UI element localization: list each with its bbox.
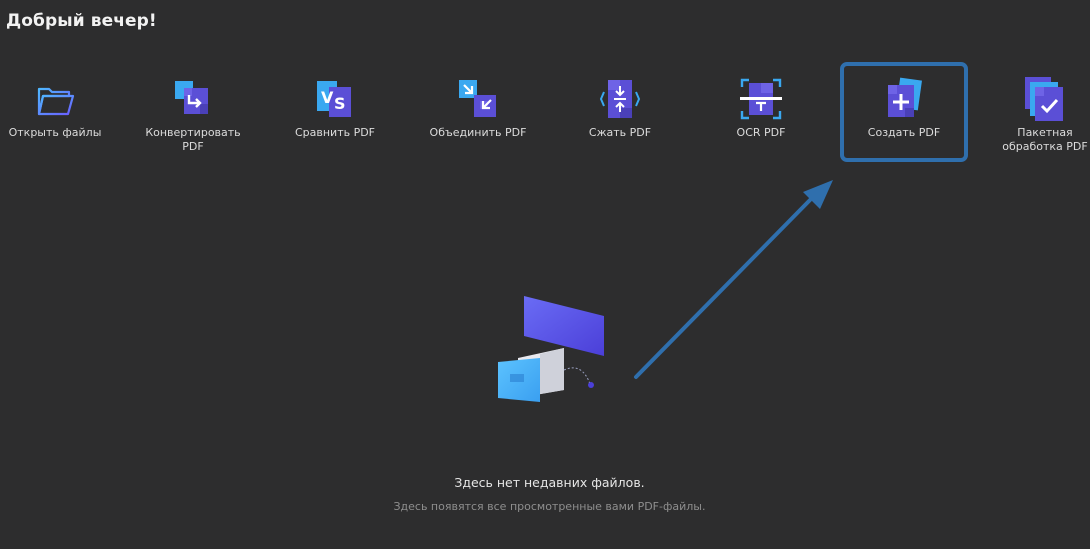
folder-open-icon [37, 87, 75, 116]
ocr-pdf-icon [740, 78, 782, 120]
compress-pdf-icon [599, 80, 641, 118]
tool-batch-process[interactable]: Пакетная обработка PDF [990, 70, 1090, 154]
compare-pdf-icon: V S [317, 81, 351, 117]
convert-pdf-icon [175, 81, 208, 114]
tool-create-pdf-label: Создать PDF [867, 126, 941, 139]
svg-text:V: V [321, 88, 334, 107]
tool-batch-process-label: Пакетная обработка PDF [1002, 126, 1088, 153]
tool-compress-pdf[interactable]: Сжать PDF [565, 70, 675, 140]
tool-compare-pdf-label: Сравнить PDF [294, 126, 376, 139]
tool-merge-pdf-label: Объединить PDF [429, 126, 527, 139]
home-page: Добрый вечер! Открыть файлы Конвертирова… [0, 0, 1090, 549]
tool-ocr-pdf-label: OCR PDF [736, 126, 786, 139]
tool-compare-pdf[interactable]: V S Сравнить PDF [280, 70, 390, 140]
svg-text:S: S [334, 94, 346, 113]
tool-open-files[interactable]: Открыть файлы [0, 70, 110, 140]
tool-convert-pdf-label: Конвертировать PDF [145, 126, 241, 153]
greeting-title: Добрый вечер! [6, 11, 157, 31]
tool-create-pdf[interactable]: Создать PDF [849, 70, 959, 140]
create-pdf-icon [888, 77, 922, 117]
tool-convert-pdf[interactable]: Конвертировать PDF [138, 70, 248, 154]
tool-bar: Открыть файлы Конвертировать PDF V S Сра [0, 70, 1090, 170]
empty-box-illustration [498, 296, 604, 402]
tool-ocr-pdf[interactable]: OCR PDF [706, 70, 816, 140]
batch-process-icon [1025, 77, 1063, 121]
empty-state-title: Здесь нет недавних файлов. [454, 475, 645, 490]
merge-pdf-icon [459, 80, 496, 117]
tool-merge-pdf[interactable]: Объединить PDF [423, 70, 533, 140]
tool-open-files-label: Открыть файлы [8, 126, 102, 139]
empty-state-subtitle: Здесь появятся все просмотренные вами PD… [393, 500, 706, 513]
tool-compress-pdf-label: Сжать PDF [588, 126, 652, 139]
